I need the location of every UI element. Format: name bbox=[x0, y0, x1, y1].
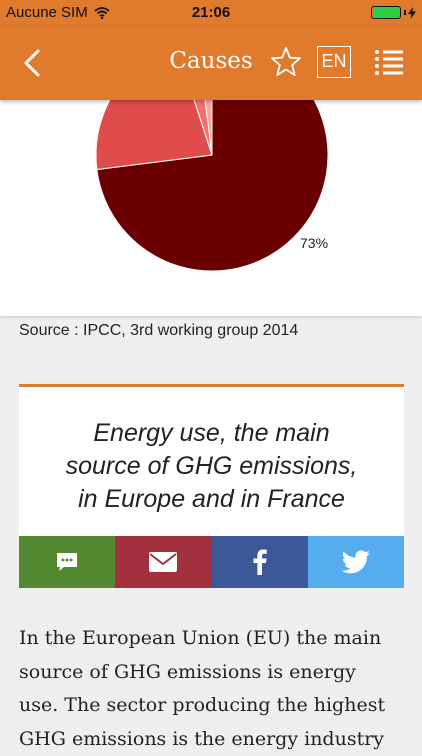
status-bar: Aucune SIM 21:06 bbox=[0, 0, 422, 26]
share-facebook-button[interactable] bbox=[212, 536, 308, 588]
battery-fill bbox=[373, 8, 399, 17]
star-icon[interactable] bbox=[270, 46, 302, 78]
pie-slice-label: 73% bbox=[300, 235, 328, 251]
status-right bbox=[371, 6, 416, 19]
battery-icon bbox=[371, 6, 401, 19]
body-text: In the European Union (EU) the main sour… bbox=[19, 622, 404, 756]
share-mail-button[interactable] bbox=[115, 536, 211, 588]
body-line: source of GHG emissions is energy bbox=[19, 656, 404, 690]
body-line: In the European Union (EU) the main bbox=[19, 622, 404, 656]
article-title: Energy use, the main source of GHG emiss… bbox=[19, 417, 404, 516]
source-text: Source : IPCC, 3rd working group 2014 bbox=[19, 322, 298, 340]
language-button[interactable]: EN bbox=[317, 46, 351, 78]
article-title-line: in Europe and in France bbox=[19, 483, 404, 516]
share-row bbox=[19, 536, 404, 588]
list-menu-icon[interactable] bbox=[374, 48, 404, 76]
battery-tip bbox=[404, 10, 406, 15]
share-twitter-button[interactable] bbox=[308, 536, 404, 588]
status-time: 21:06 bbox=[0, 4, 422, 21]
mail-icon bbox=[148, 551, 178, 573]
article-card: Energy use, the main source of GHG emiss… bbox=[19, 384, 404, 536]
page-title: Causes bbox=[0, 48, 422, 74]
twitter-icon bbox=[341, 550, 371, 574]
nav-bar: Causes EN bbox=[0, 26, 422, 100]
body-line: GHG emissions is the energy industry bbox=[19, 723, 404, 756]
charging-bolt-icon bbox=[408, 7, 416, 19]
chart-card bbox=[0, 100, 422, 316]
facebook-icon bbox=[253, 549, 267, 575]
article-title-line: Energy use, the main bbox=[19, 417, 404, 450]
sms-icon bbox=[55, 551, 79, 573]
body-line: use. The sector producing the highest bbox=[19, 689, 404, 723]
article-title-line: source of GHG emissions, bbox=[19, 450, 404, 483]
share-sms-button[interactable] bbox=[19, 536, 115, 588]
pie-chart bbox=[0, 100, 422, 316]
